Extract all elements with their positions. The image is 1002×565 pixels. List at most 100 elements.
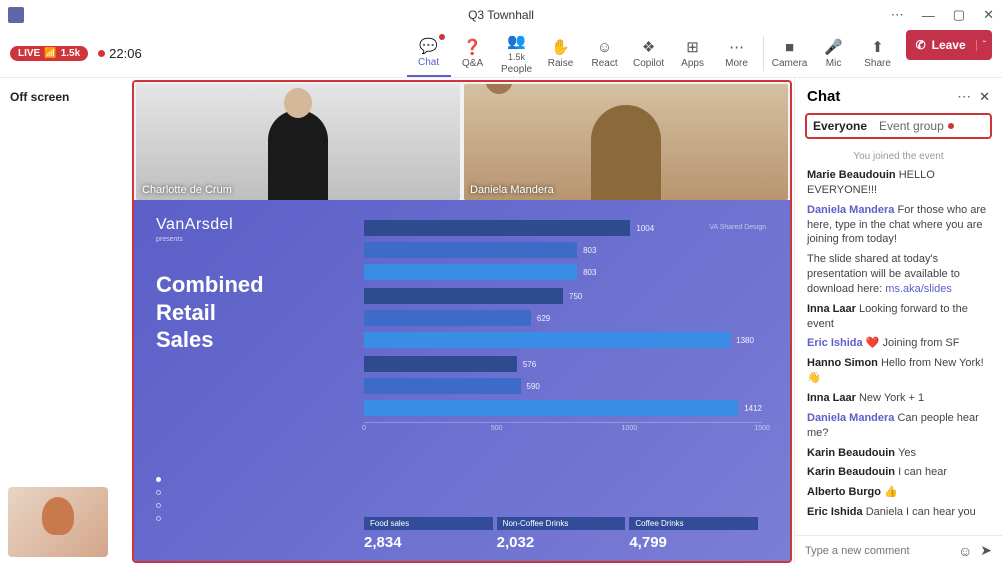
system-message: You joined the event [807, 151, 990, 162]
off-screen-label: Off screen [10, 90, 120, 104]
camera-label: Camera [772, 58, 808, 69]
chat-input[interactable] [805, 545, 950, 557]
live-badge: LIVE 📶 1.5k [10, 46, 88, 61]
presenter-video-row: Charlotte de Crum Daniela Mandera [134, 82, 790, 200]
chat-message: Daniela Mandera Can people hear me? [807, 411, 990, 441]
mic-button[interactable]: 🎤 Mic [812, 30, 856, 77]
leave-chevron[interactable]: ˇ [976, 40, 992, 51]
video-name-2: Daniela Mandera [470, 184, 554, 196]
people-count: 1.5k [508, 52, 525, 62]
chat-message: Marie Beaudouin HELLO EVERYONE!!! [807, 168, 990, 198]
window-more-icon[interactable]: ⋯ [891, 7, 904, 23]
bar: 576 [364, 356, 762, 372]
more-icon: ⋯ [729, 38, 744, 56]
qa-button[interactable]: ❓ Q&A [451, 30, 495, 77]
shared-slide: VanArsdel presents Combined Retail Sales… [134, 200, 790, 561]
people-icon: 👥 [507, 32, 526, 50]
video-tile-1[interactable]: Charlotte de Crum [136, 84, 460, 200]
raise-label: Raise [548, 58, 574, 69]
chat-message: Hanno Simon Hello from New York! 👋 [807, 356, 990, 386]
share-label: Share [864, 58, 891, 69]
bar-chart: VA Shared Design 10048038037506291380576… [364, 220, 762, 436]
smiley-icon: ☺ [597, 39, 612, 56]
apps-icon: ⊞ [686, 38, 699, 56]
broadcast-icon: 📶 [44, 48, 56, 59]
chat-button[interactable]: 💬 Chat [407, 30, 451, 77]
bar: 1004 [364, 220, 762, 236]
chart-totals: Food sales2,834 Non-Coffee Drinks2,032 C… [364, 517, 762, 551]
window-close-icon[interactable]: ✕ [983, 7, 994, 23]
bar: 803 [364, 264, 762, 280]
title-bar: Q3 Townhall ⋯ ― ▢ ✕ [0, 0, 1002, 30]
emoji-icon[interactable]: ☺ [958, 543, 972, 559]
phone-icon: ✆ [916, 38, 926, 52]
chat-more-icon[interactable]: ⋯ [957, 88, 971, 105]
bar: 1412 [364, 400, 762, 416]
toolbar-separator [763, 36, 764, 71]
viewer-count: 1.5k [61, 48, 80, 59]
share-icon: ⬆ [871, 38, 884, 56]
window-maximize-icon[interactable]: ▢ [953, 7, 965, 23]
more-label: More [725, 58, 748, 69]
people-label: People [501, 64, 532, 75]
chat-panel: Chat ⋯ ✕ Everyone Event group You joined… [794, 78, 1002, 565]
meeting-timer: 22:06 [109, 46, 142, 61]
send-icon[interactable]: ➤ [980, 542, 992, 559]
main-stage: Charlotte de Crum Daniela Mandera VanArs… [130, 78, 794, 565]
bar: 1380 [364, 332, 762, 348]
mic-label: Mic [826, 58, 842, 69]
teams-app-icon [8, 7, 24, 23]
record-icon [98, 50, 105, 57]
chat-messages[interactable]: You joined the event Marie Beaudouin HEL… [795, 139, 1002, 535]
self-video-thumbnail[interactable] [8, 487, 108, 557]
chat-label: Chat [418, 57, 439, 68]
window-title: Q3 Townhall [468, 8, 534, 22]
slide-paginator [156, 477, 161, 521]
react-label: React [592, 58, 618, 69]
leave-button[interactable]: ✆ Leave ˇ [906, 30, 992, 60]
share-button[interactable]: ⬆ Share [856, 30, 900, 77]
chat-message: Inna Laar New York + 1 [807, 391, 990, 406]
react-button[interactable]: ☺ React [583, 30, 627, 77]
chat-message: Eric Ishida ❤️ Joining from SF [807, 336, 990, 351]
qa-label: Q&A [462, 58, 483, 69]
chat-message: Alberto Burgo 👍 [807, 485, 990, 500]
notification-dot [439, 34, 445, 40]
video-name-1: Charlotte de Crum [142, 184, 232, 196]
camera-button[interactable]: ■ Camera [768, 30, 812, 77]
chat-compose: ☺ ➤ [795, 535, 1002, 565]
copilot-label: Copilot [633, 58, 664, 69]
camera-icon: ■ [785, 39, 794, 56]
leave-label: Leave [932, 38, 966, 52]
raise-hand-button[interactable]: ✋ Raise [539, 30, 583, 77]
off-screen-panel: Off screen [0, 78, 130, 565]
live-label: LIVE [18, 48, 40, 59]
chat-message: Karin Beaudouin Yes [807, 446, 990, 461]
chat-message: Daniela Mandera For those who are here, … [807, 203, 990, 248]
chat-tabs: Everyone Event group [805, 113, 992, 139]
mic-muted-icon: 🎤 [824, 38, 843, 56]
apps-button[interactable]: ⊞ Apps [671, 30, 715, 77]
tab-everyone[interactable]: Everyone [813, 119, 867, 133]
bar: 590 [364, 378, 762, 394]
chat-message: Inna Laar Looking forward to the event [807, 302, 990, 332]
chat-message: Karin Beaudouin I can hear [807, 465, 990, 480]
chat-icon: 💬 [419, 37, 438, 55]
chat-message: The slide shared at today's presentation… [807, 252, 990, 297]
bar: 750 [364, 288, 762, 304]
bar: 803 [364, 242, 762, 258]
copilot-button[interactable]: ❖ Copilot [627, 30, 671, 77]
chat-title: Chat [807, 88, 949, 105]
video-tile-2[interactable]: Daniela Mandera [464, 84, 788, 200]
tab-event-group[interactable]: Event group [879, 119, 954, 133]
more-button[interactable]: ⋯ More [715, 30, 759, 77]
avatar-placeholder [42, 497, 74, 535]
qa-icon: ❓ [463, 38, 482, 56]
window-minimize-icon[interactable]: ― [922, 8, 935, 23]
meeting-toolbar: LIVE 📶 1.5k 22:06 💬 Chat ❓ Q&A 👥 1.5k Pe… [0, 30, 1002, 78]
unread-dot [948, 123, 954, 129]
chat-close-icon[interactable]: ✕ [979, 89, 990, 105]
hand-icon: ✋ [551, 38, 570, 56]
chat-message: Eric Ishida Daniela I can hear you [807, 505, 990, 520]
people-button[interactable]: 👥 1.5k People [495, 30, 539, 77]
